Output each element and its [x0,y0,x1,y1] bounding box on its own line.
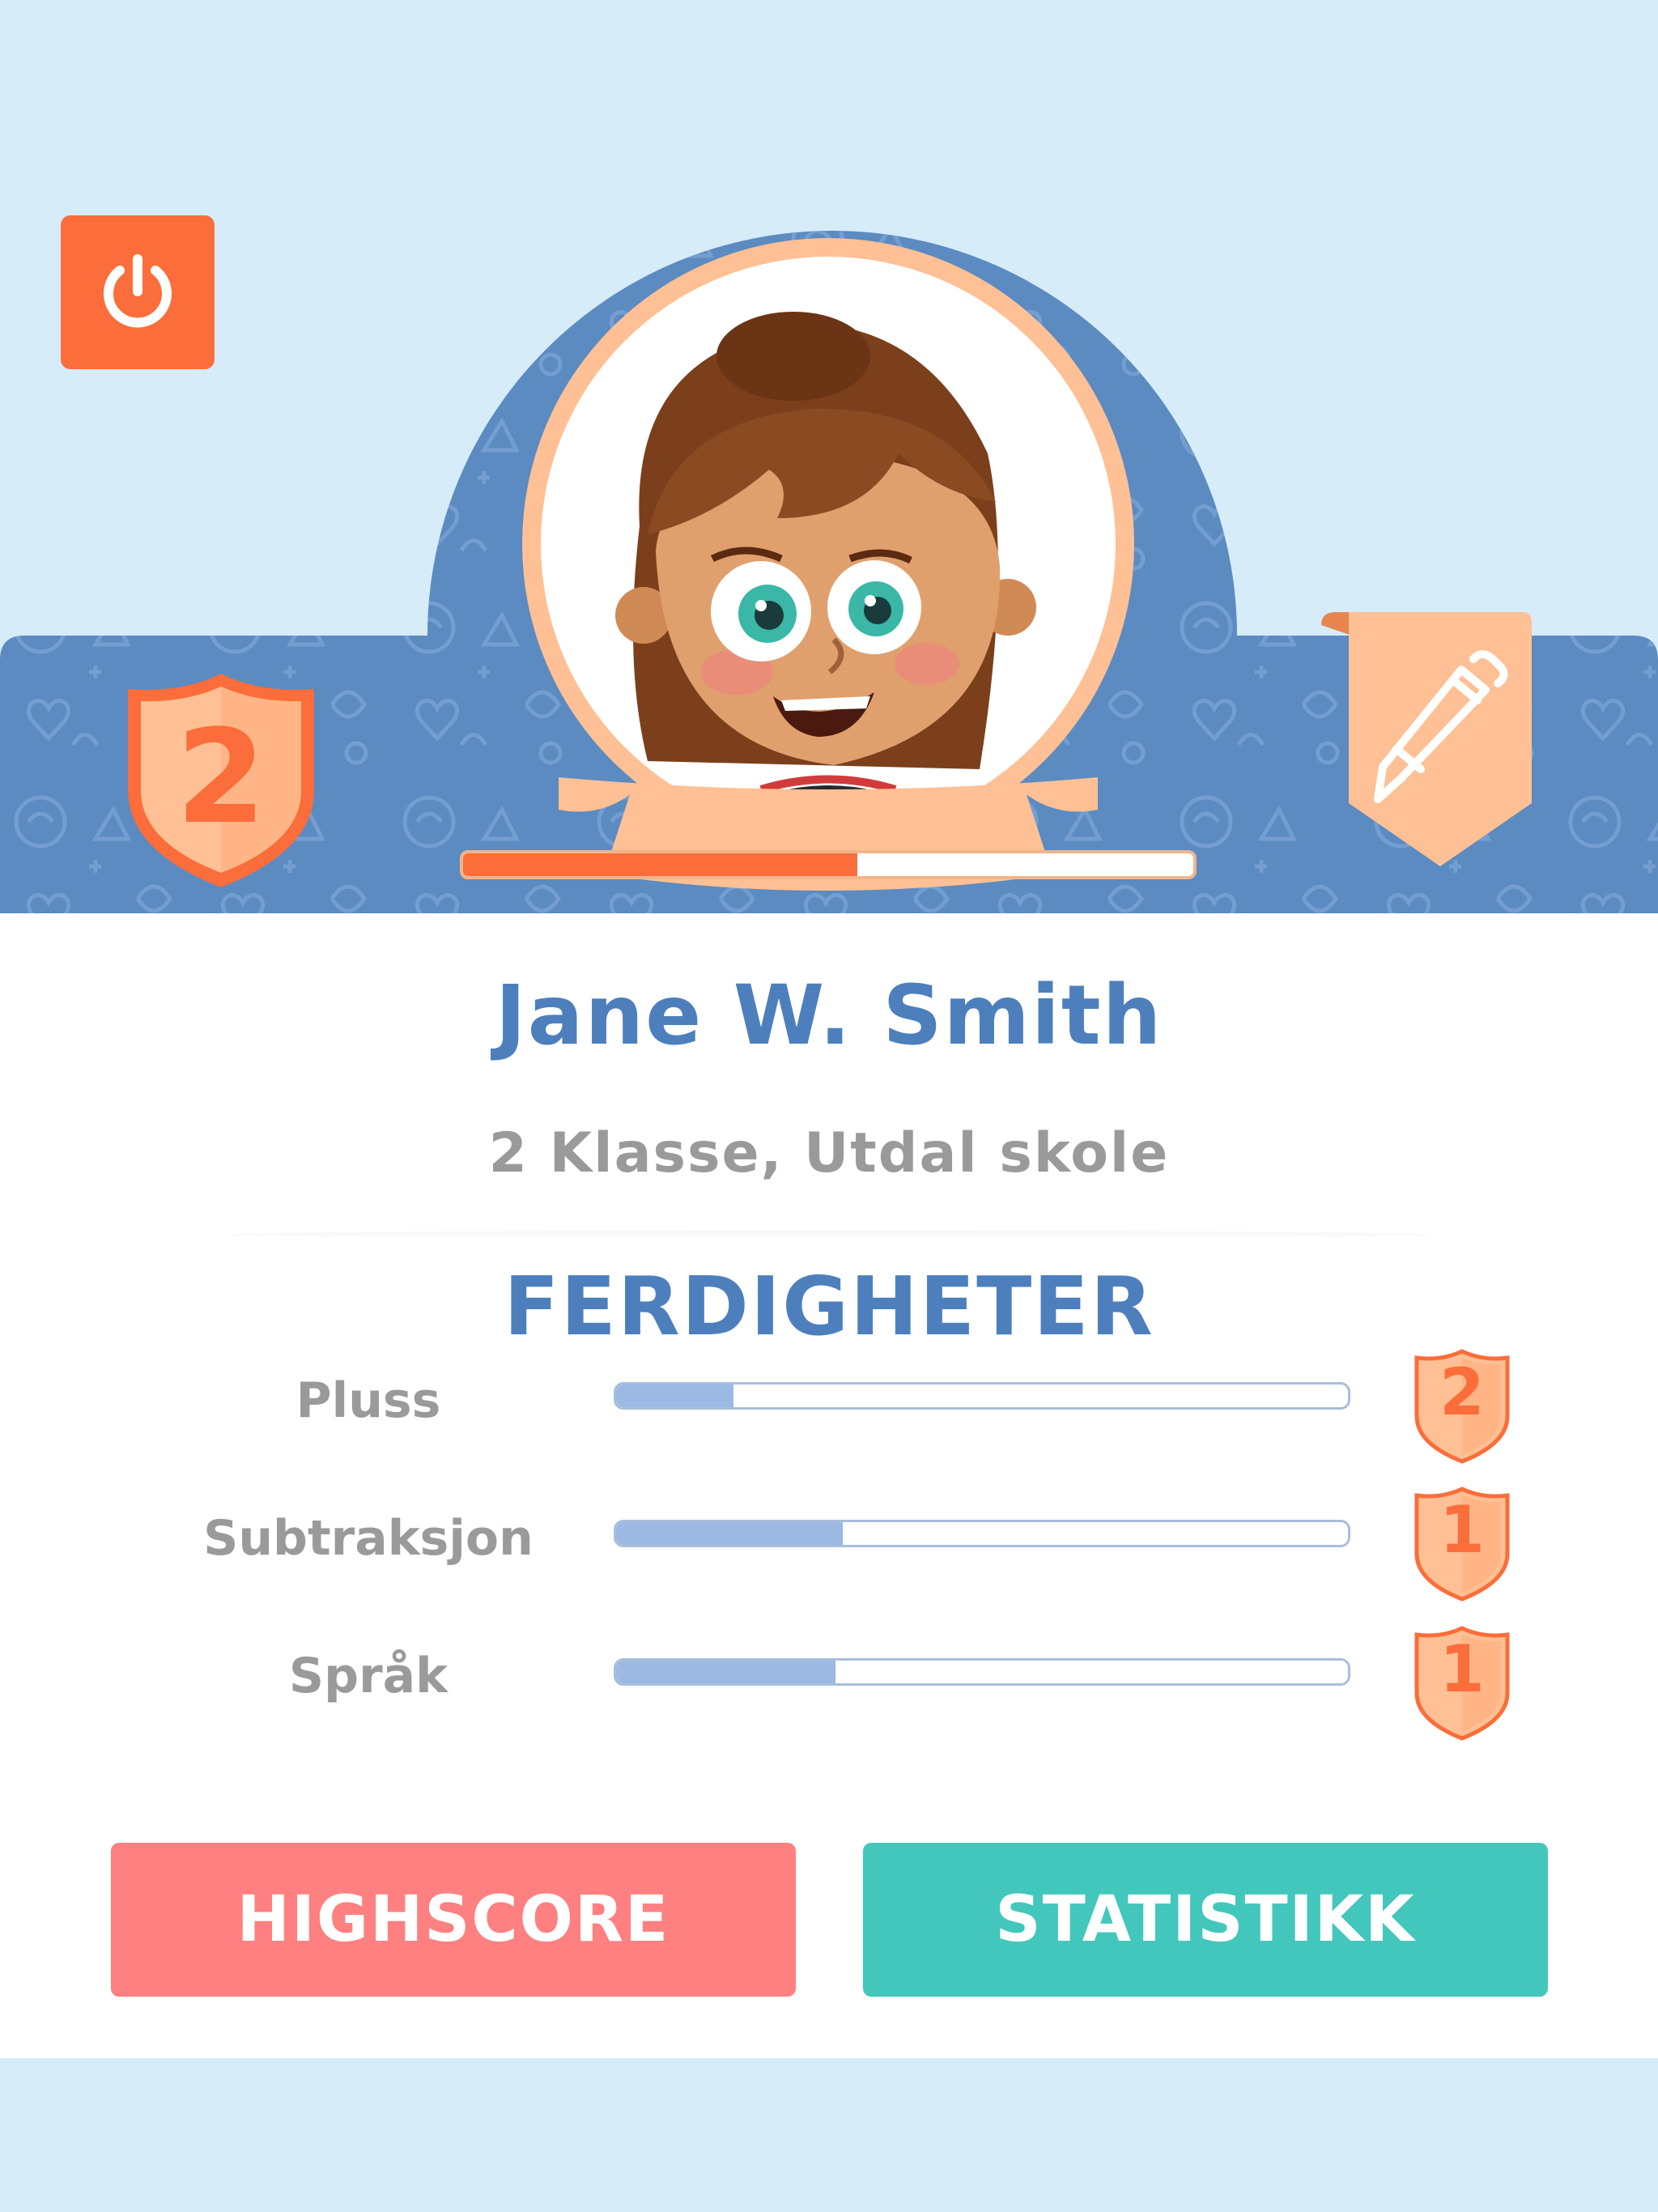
skill-progress-bar [614,1382,1350,1410]
skill-progress-fill [616,1522,844,1545]
skill-level-number: 1 [1439,1492,1485,1568]
class-school: 2 Klasse, Utdal skole [488,1121,1170,1185]
skill-progress-bar [614,1520,1350,1547]
skill-progress-fill [616,1385,733,1407]
level-progress-bar [460,850,1197,879]
skill-label: Subtraksjon [203,1510,534,1567]
skill-level-badge: 1 [1412,1625,1512,1742]
skill-level-number: 1 [1439,1631,1485,1707]
skill-level-badge: 2 [1412,1348,1512,1465]
pencil-icon [1321,612,1532,866]
skill-label: Pluss [295,1372,441,1429]
power-icon [104,254,172,328]
edit-profile-button[interactable] [1320,609,1534,872]
skills-title: FERDIGHETER [504,1259,1154,1354]
level-badge: 2 [121,669,321,891]
divider [227,1231,1431,1239]
skill-progress-fill [616,1661,836,1683]
level-progress-fill [463,853,858,876]
skill-label: Språk [288,1648,449,1704]
skill-level-badge: 1 [1412,1486,1512,1602]
skill-progress-bar [614,1658,1350,1686]
logout-button[interactable] [61,215,215,369]
highscore-button[interactable]: HIGHSCORE [111,1843,796,1997]
student-name: Jane W. Smith [495,968,1163,1064]
level-number: 2 [176,701,266,853]
skill-level-number: 2 [1439,1355,1485,1430]
statistikk-button[interactable]: STATISTIKK [863,1843,1548,1997]
